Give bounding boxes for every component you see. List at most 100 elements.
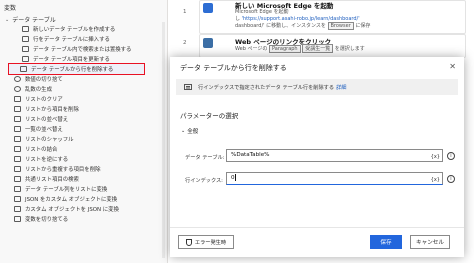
list-icon <box>14 166 21 172</box>
sidebar-item[interactable]: 数値の切り捨て <box>0 74 168 84</box>
close-icon[interactable]: ✕ <box>449 62 456 71</box>
sidebar-item-label: JSON をカスタム オブジェクトに変換 <box>25 197 118 203</box>
sidebar-item[interactable]: データ テーブル内で検索または置換する <box>0 44 168 54</box>
cursor-click-icon <box>203 38 213 48</box>
sidebar-item[interactable]: JSON をカスタム オブジェクトに変換 <box>0 194 168 204</box>
number-icon <box>14 76 21 82</box>
sidebar-item-label: 新しいデータ テーブルを作成する <box>33 27 116 33</box>
data-table-label: データ テーブル: <box>185 155 225 161</box>
list-icon <box>14 116 21 122</box>
variable-chip: Browser <box>327 22 354 30</box>
step-subtitle: Microsoft Edge を起動 <box>235 9 289 15</box>
sidebar-item[interactable]: リストから重複する項目を削除 <box>0 164 168 174</box>
variable-picker-icon[interactable]: {x} <box>431 152 440 163</box>
data-table-group[interactable]: ⌄ データ テーブル <box>5 15 56 25</box>
step-number: 2 <box>183 40 187 46</box>
sidebar-item-delete-row-selected[interactable]: データ テーブルから行を削除する <box>8 63 145 75</box>
browser-icon <box>203 3 213 13</box>
general-section[interactable]: ⌄ 全般 <box>181 127 198 135</box>
list-icon <box>14 136 21 142</box>
sidebar-item-label: リストの結合 <box>25 147 58 153</box>
on-error-button[interactable]: エラー発生時 <box>178 235 234 249</box>
list-icon <box>14 146 21 152</box>
sidebar-item[interactable]: リストを逆にする <box>0 154 168 164</box>
sidebar-item-label: 変数を切り捨てる <box>25 217 69 223</box>
group-label: データ テーブル <box>12 17 56 24</box>
row-index-input[interactable]: 0 {x} <box>226 172 443 185</box>
sidebar-item[interactable]: リストの並べ替え <box>0 114 168 124</box>
delete-row-dialog: データ テーブルから行を削除する ✕ 行インデックスで指定されたデータ テーブル… <box>170 57 464 257</box>
row-index-label: 行インデックス: <box>185 178 223 184</box>
ui-element-chip: 受講生一覧 <box>302 44 334 53</box>
table-icon <box>184 84 192 90</box>
data-table-input[interactable]: %DataTable% {x} <box>226 149 443 162</box>
sidebar-item[interactable]: 変数を切り捨てる <box>0 214 168 224</box>
sidebar-item[interactable]: リストのクリア <box>0 94 168 104</box>
sidebar-item[interactable]: 乱数の生成 <box>0 84 168 94</box>
step-number: 1 <box>183 9 187 15</box>
save-button[interactable]: 保存 <box>370 235 402 249</box>
sidebar-item[interactable]: カスタム オブジェクトを JSON に変換 <box>0 204 168 214</box>
json-icon <box>14 196 21 202</box>
sidebar-item-label: リストのシャッフル <box>25 137 74 143</box>
sidebar-item[interactable]: 共通リスト項目の検索 <box>0 174 168 184</box>
number-icon <box>14 86 21 92</box>
variable-picker-icon[interactable]: {x} <box>431 175 440 186</box>
sidebar-item-label: リストから項目を削除 <box>25 107 79 113</box>
footer-divider <box>170 227 464 228</box>
step-subtitle-line3: dashboard/' に移動し、インスタンスを Browser に保存 <box>235 22 371 30</box>
sidebar-item-label: カスタム オブジェクトを JSON に変換 <box>25 207 119 213</box>
dialog-header: データ テーブルから行を削除する ✕ <box>170 57 464 76</box>
list-icon <box>14 186 21 192</box>
general-label: 全般 <box>187 129 199 135</box>
sidebar-item-label: データ テーブル内で検索または置換する <box>33 47 132 53</box>
on-error-label: エラー発生時 <box>194 239 227 246</box>
action-info-bar: 行インデックスで指定されたデータ テーブル行を削除する 詳細 <box>176 79 458 95</box>
list-icon <box>14 176 21 182</box>
sidebar-item[interactable]: リストから項目を削除 <box>0 104 168 114</box>
sidebar-item[interactable]: 新しいデータ テーブルを作成する <box>0 24 168 34</box>
info-icon[interactable]: i <box>447 175 455 183</box>
table-icon <box>22 46 29 52</box>
sidebar-item[interactable]: 一覧の並べ替え <box>0 124 168 134</box>
sidebar-item[interactable]: リストの結合 <box>0 144 168 154</box>
sidebar-item-label: リストから重複する項目を削除 <box>25 167 101 173</box>
table-icon <box>22 36 29 42</box>
table-icon <box>22 56 29 62</box>
sidebar-item-label: 共通リスト項目の検索 <box>25 177 79 183</box>
actions-tree: 新しいデータ テーブルを作成する 行をデータ テーブルに挿入するデータ テーブル内… <box>0 24 168 224</box>
dialog-title: データ テーブルから行を削除する <box>180 64 287 72</box>
sidebar-item-label: データ テーブル列をリストに変換 <box>25 187 108 193</box>
sidebar-item-label: データ テーブル項目を更新する <box>33 57 110 63</box>
data-table-value: %DataTable% <box>231 152 270 158</box>
sidebar-item[interactable]: リストのシャッフル <box>0 134 168 144</box>
parameters-title: パラメーターの選択 <box>180 112 239 120</box>
chevron-down-icon: ⌄ <box>181 128 186 134</box>
list-icon <box>14 156 21 162</box>
shield-icon <box>185 238 192 246</box>
variable-icon <box>14 216 21 222</box>
sidebar-item-label: 行をデータ テーブルに挿入する <box>33 37 110 43</box>
sidebar-item[interactable]: 行をデータ テーブルに挿入する <box>0 34 168 44</box>
cancel-button[interactable]: キャンセル <box>410 235 450 249</box>
info-icon[interactable]: i <box>447 152 455 160</box>
list-icon <box>14 106 21 112</box>
step-subtitle: Web ページの Paragraph 受講生一覧 を選択します <box>235 44 365 53</box>
list-icon <box>14 126 21 132</box>
actions-pane: 変数 ⌄ データ テーブル 新しいデータ テーブルを作成する 行をデータ テーブル… <box>0 0 168 263</box>
list-icon <box>14 96 21 102</box>
sidebar-scrollbar[interactable] <box>162 22 165 258</box>
table-icon <box>20 66 27 72</box>
sidebar-item-label: 乱数の生成 <box>25 87 52 93</box>
chevron-down-icon: ⌄ <box>5 16 10 23</box>
details-link[interactable]: 詳細 <box>336 84 346 91</box>
variables-header: 変数 <box>4 5 17 12</box>
sidebar-item[interactable]: データ テーブル項目を更新する <box>0 54 168 64</box>
sidebar-item-label: リストを逆にする <box>25 157 69 163</box>
json-icon <box>14 206 21 212</box>
step-subtitle-line2: し 'https://support.asahi-robo.jp/learn/d… <box>235 16 360 22</box>
table-icon <box>22 26 29 32</box>
ui-element-chip: Paragraph <box>268 45 301 53</box>
sidebar-item[interactable]: データ テーブル列をリストに変換 <box>0 184 168 194</box>
sidebar-item-label: リストのクリア <box>25 97 63 103</box>
